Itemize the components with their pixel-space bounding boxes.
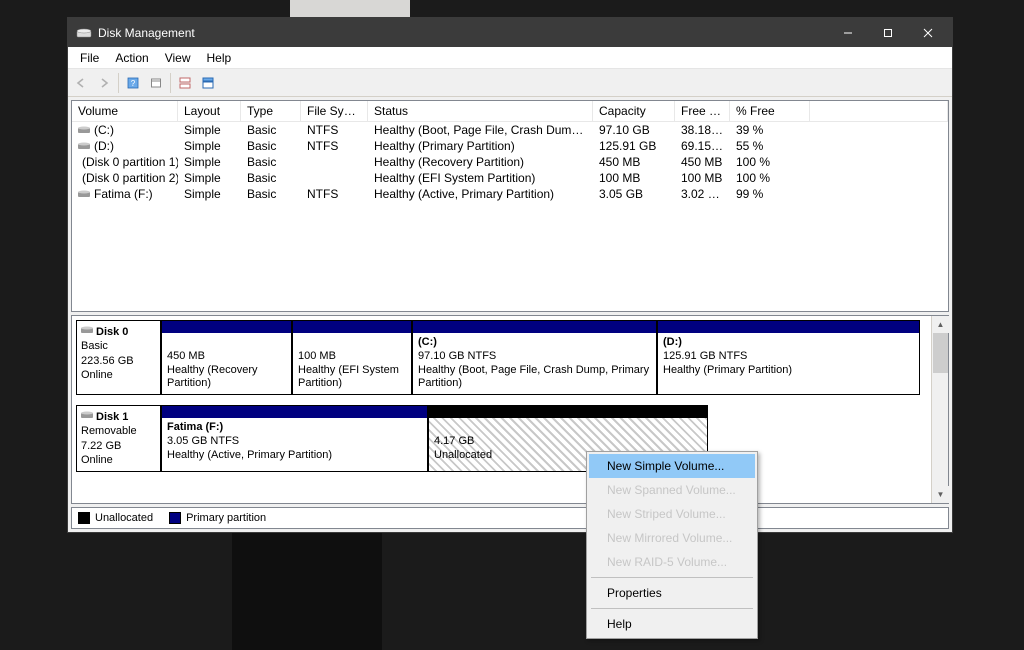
disk-1-block: Disk 1 Removable 7.22 GB Online Fatima (…	[76, 405, 927, 472]
volume-list-headers: Volume Layout Type File System Status Ca…	[72, 101, 948, 122]
disk-management-window: Disk Management File Action View Help ? …	[67, 17, 953, 533]
volume-row[interactable]: Fatima (F:)SimpleBasicNTFSHealthy (Activ…	[72, 186, 948, 202]
legend: Unallocated Primary partition	[71, 507, 949, 529]
partition-body: (D:)125.91 GB NTFSHealthy (Primary Parti…	[658, 333, 919, 394]
minimize-button[interactable]	[828, 18, 868, 47]
col-percentfree[interactable]: % Free	[730, 101, 810, 121]
context-menu-item: New Mirrored Volume...	[589, 526, 755, 550]
drive-icon	[78, 125, 90, 135]
partition-body: Fatima (F:)3.05 GB NTFSHealthy (Active, …	[162, 418, 427, 471]
col-freespace[interactable]: Free Spa...	[675, 101, 730, 121]
legend-unallocated: Unallocated	[78, 512, 153, 524]
volume-list[interactable]: Volume Layout Type File System Status Ca…	[71, 100, 949, 312]
volume-row[interactable]: (Disk 0 partition 1)SimpleBasicHealthy (…	[72, 154, 948, 170]
partition-cap	[658, 321, 919, 333]
content-area: Volume Layout Type File System Status Ca…	[68, 97, 952, 532]
drive-icon	[78, 141, 90, 151]
context-menu-item: New Striped Volume...	[589, 502, 755, 526]
menu-file[interactable]: File	[72, 49, 107, 67]
background-decoration-2	[232, 530, 382, 650]
partition-cap	[162, 406, 427, 418]
partition-cap	[429, 406, 707, 418]
partition-cap	[162, 321, 291, 333]
context-menu-item: New RAID-5 Volume...	[589, 550, 755, 574]
window-title: Disk Management	[98, 26, 828, 40]
legend-primary: Primary partition	[169, 512, 266, 524]
disk-0-label[interactable]: Disk 0 Basic 223.56 GB Online	[76, 320, 161, 395]
scroll-down-button[interactable]: ▼	[932, 486, 949, 503]
maximize-button[interactable]	[868, 18, 908, 47]
col-capacity[interactable]: Capacity	[593, 101, 675, 121]
context-menu-separator	[591, 608, 753, 609]
volume-rows: (C:)SimpleBasicNTFSHealthy (Boot, Page F…	[72, 122, 948, 311]
col-spacer	[810, 101, 948, 121]
list-view-button[interactable]	[174, 72, 196, 94]
scroll-thumb[interactable]	[933, 333, 948, 373]
partition-box[interactable]: Fatima (F:)3.05 GB NTFSHealthy (Active, …	[161, 405, 428, 472]
rescan-button[interactable]	[145, 72, 167, 94]
toolbar-separator	[170, 73, 171, 93]
disk-1-label[interactable]: Disk 1 Removable 7.22 GB Online	[76, 405, 161, 472]
back-button[interactable]	[70, 72, 92, 94]
context-menu-separator	[591, 577, 753, 578]
context-menu-item: New Spanned Volume...	[589, 478, 755, 502]
partition-cap	[293, 321, 411, 333]
context-menu-item[interactable]: Help	[589, 612, 755, 636]
app-icon	[76, 25, 92, 41]
col-type[interactable]: Type	[241, 101, 301, 121]
toolbar: ?	[68, 69, 952, 97]
refresh-button[interactable]: ?	[122, 72, 144, 94]
disk-icon	[81, 410, 93, 424]
col-status[interactable]: Status	[368, 101, 593, 121]
partition-cap	[413, 321, 656, 333]
partition-box[interactable]: (D:)125.91 GB NTFSHealthy (Primary Parti…	[657, 320, 920, 395]
menubar: File Action View Help	[68, 47, 952, 69]
vertical-scrollbar[interactable]: ▲ ▼	[931, 316, 948, 503]
partition-box[interactable]: 450 MBHealthy (Recovery Partition)	[161, 320, 292, 395]
disk-0-block: Disk 0 Basic 223.56 GB Online 450 MBHeal…	[76, 320, 927, 395]
col-filesystem[interactable]: File System	[301, 101, 368, 121]
disk-layout-panel: Disk 0 Basic 223.56 GB Online 450 MBHeal…	[71, 315, 949, 504]
forward-button[interactable]	[93, 72, 115, 94]
context-menu-item[interactable]: New Simple Volume...	[589, 454, 755, 478]
partition-body: (C:)97.10 GB NTFSHealthy (Boot, Page Fil…	[413, 333, 656, 394]
volume-row[interactable]: (C:)SimpleBasicNTFSHealthy (Boot, Page F…	[72, 122, 948, 138]
volume-row[interactable]: (Disk 0 partition 2)SimpleBasicHealthy (…	[72, 170, 948, 186]
titlebar[interactable]: Disk Management	[68, 18, 952, 47]
context-menu-item[interactable]: Properties	[589, 581, 755, 605]
partition-body: 450 MBHealthy (Recovery Partition)	[162, 333, 291, 394]
partition-body: 100 MBHealthy (EFI System Partition)	[293, 333, 411, 394]
close-button[interactable]	[908, 18, 948, 47]
partition-box[interactable]: (C:)97.10 GB NTFSHealthy (Boot, Page Fil…	[412, 320, 657, 395]
menu-action[interactable]: Action	[107, 49, 156, 67]
col-volume[interactable]: Volume	[72, 101, 178, 121]
col-layout[interactable]: Layout	[178, 101, 241, 121]
scroll-up-button[interactable]: ▲	[932, 316, 949, 333]
disk-icon	[81, 325, 93, 339]
context-menu: New Simple Volume...New Spanned Volume..…	[586, 451, 758, 639]
menu-help[interactable]: Help	[199, 49, 240, 67]
menu-view[interactable]: View	[157, 49, 199, 67]
toolbar-separator	[118, 73, 119, 93]
volume-row[interactable]: (D:)SimpleBasicNTFSHealthy (Primary Part…	[72, 138, 948, 154]
svg-text:?: ?	[131, 79, 136, 88]
graphical-view-button[interactable]	[197, 72, 219, 94]
partition-box[interactable]: 100 MBHealthy (EFI System Partition)	[292, 320, 412, 395]
drive-icon	[78, 189, 90, 199]
